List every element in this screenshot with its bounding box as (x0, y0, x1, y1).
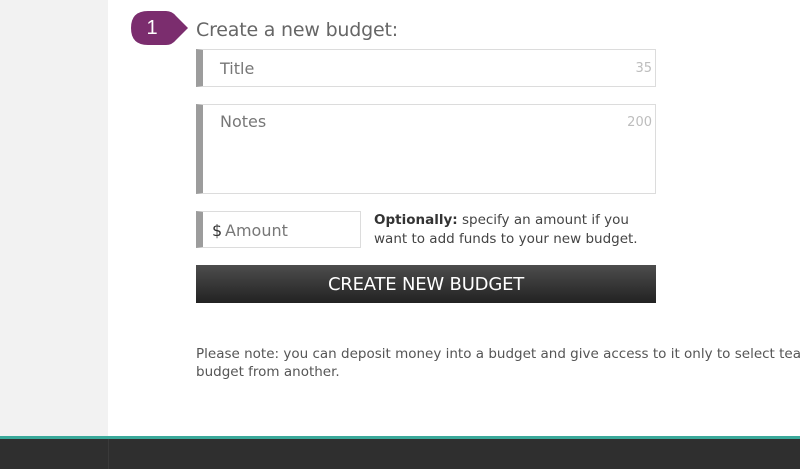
amount-placeholder: Amount (225, 221, 288, 240)
title-placeholder: Title (220, 59, 255, 78)
notes-placeholder: Notes (220, 112, 267, 131)
form-heading: Create a new budget: (196, 19, 398, 41)
title-field[interactable]: Title 35 (196, 49, 656, 87)
amount-field[interactable]: $ Amount (196, 211, 361, 248)
title-char-counter: 35 (635, 61, 652, 76)
deposit-notice: Please note: you can deposit money into … (196, 345, 800, 385)
notice-line-1: Please note: you can deposit money into … (196, 346, 800, 362)
step-number: 1 (146, 17, 158, 39)
step-marker: 1 (128, 8, 188, 48)
footer-bar (0, 436, 800, 469)
optional-amount-note: Optionally: specify an amount if you wan… (374, 211, 664, 249)
left-panel (0, 0, 108, 438)
currency-symbol: $ (212, 221, 223, 240)
notice-line-2: budget from another. (196, 364, 340, 380)
footer-divider (108, 439, 109, 469)
notes-char-counter: 200 (627, 115, 652, 130)
notes-field[interactable]: Notes 200 (196, 104, 656, 194)
create-budget-button[interactable]: CREATE NEW BUDGET (196, 265, 656, 303)
optional-label: Optionally: (374, 212, 458, 228)
